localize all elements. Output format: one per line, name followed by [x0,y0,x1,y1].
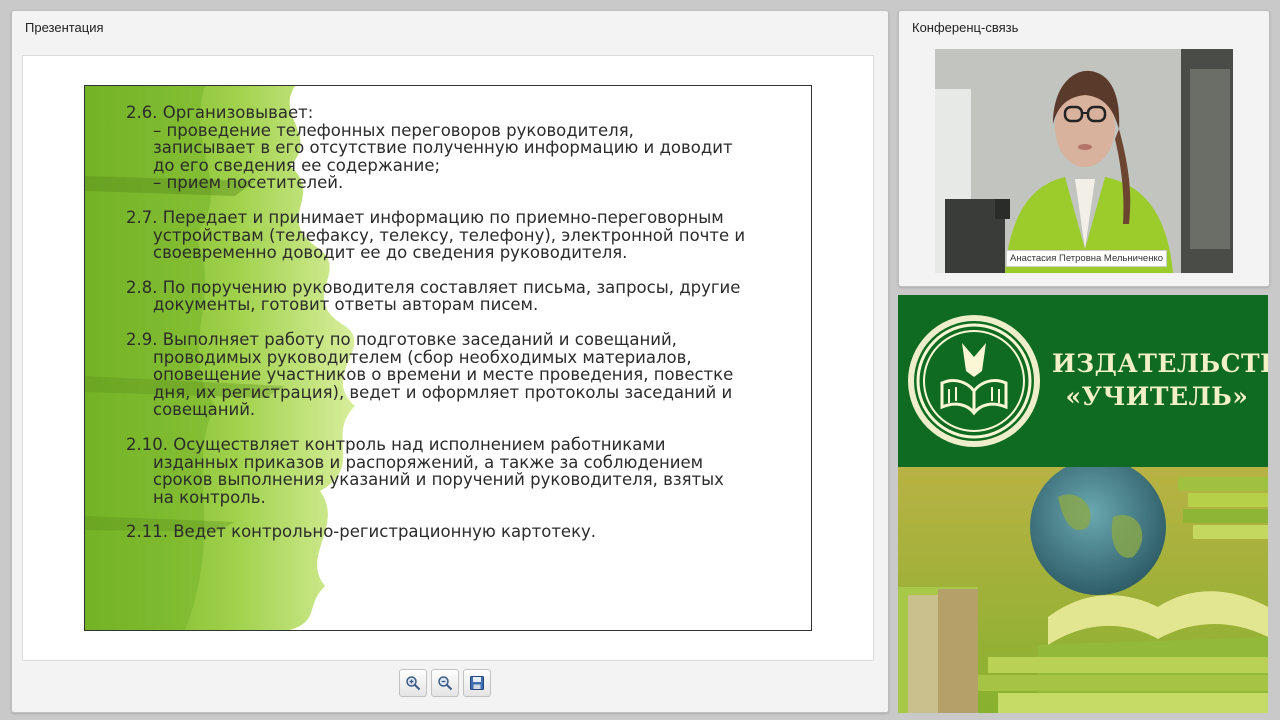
slide-item: 2.8. По поручению руководителя составляе… [126,279,766,314]
conference-panel: Конференц-связь Анастасия Петровна Мельн… [898,10,1270,287]
presentation-panel-title: Презентация [25,20,104,35]
slide-item-line: изданных приказов и распоряжений, а такж… [153,452,704,472]
presentation-toolbar [399,669,491,697]
publisher-name-line1: ИЗДАТЕЛЬСТВО [1052,349,1268,378]
books-globe-illustration [898,459,1268,713]
zoom-out-icon [438,676,453,691]
slide-item-line: совещаний. [153,400,256,420]
slide-text: 2.6. Организовывает: – проведение телефон… [126,104,766,558]
publisher-logo-icon [908,315,1040,447]
publisher-name-line2: «УЧИТЕЛЬ» [1065,382,1249,411]
slide-item-heading: 2.8. По поручению руководителя составляе… [126,277,741,297]
slide-item-line: устройствам (телефаксу, телексу, телефон… [153,225,746,245]
slide-item-heading: 2.10. Осуществляет контроль над исполнен… [126,434,666,454]
slide-item-heading: 2.9. Выполняет работу по подготовке засе… [126,329,677,349]
floppy-disk-icon [470,676,484,690]
participant-name-label: Анастасия Петровна Мельниченко [1006,250,1167,267]
zoom-out-button[interactable] [431,669,459,697]
presentation-panel: Презентация 2.6. Организовывает: – провед… [11,10,889,713]
slide-item: 2.10. Осуществляет контроль над исполнен… [126,436,766,506]
slide-item-line: на контроль. [153,487,266,507]
slide-item-heading: 2.6. Организовывает: [126,103,314,122]
slide-viewport[interactable]: 2.6. Организовывает: – проведение телефон… [22,55,874,661]
slide-item-line: документы, готовит ответы авторам писем. [153,295,539,315]
banner-logo-area: ИЗДАТЕЛЬСТВО «УЧИТЕЛЬ» [898,295,1268,467]
slide: 2.6. Организовывает: – проведение телефон… [84,85,812,631]
zoom-in-icon [406,676,421,691]
slide-item: 2.11. Ведет контрольно-регистрационную к… [126,523,766,541]
slide-item: 2.7. Передает и принимает информацию по … [126,209,766,262]
zoom-in-button[interactable] [399,669,427,697]
publisher-name: ИЗДАТЕЛЬСТВО «УЧИТЕЛЬ» [1052,347,1268,413]
slide-item: 2.9. Выполняет работу по подготовке засе… [126,331,766,419]
slide-item-line: сроков выполнения указаний и поручений р… [153,470,724,490]
slide-item-line: оповещение участников о времени и месте … [153,365,734,385]
publisher-banner: ИЗДАТЕЛЬСТВО «УЧИТЕЛЬ» [898,295,1268,713]
conference-panel-title: Конференц-связь [912,20,1019,35]
slide-item-line: – проведение телефонных переговоров руко… [153,120,634,140]
banner-books-globe-image [898,459,1268,713]
slide-item-line: до его сведения ее содержание; [153,155,441,175]
slide-item: 2.6. Организовывает: – проведение телефон… [126,104,766,192]
webcam-video[interactable]: Анастасия Петровна Мельниченко [935,49,1233,273]
slide-item-line: – прием посетителей. [153,173,344,193]
slide-item-line: дня, их регистрация), ведет и оформляет … [153,382,733,402]
save-button[interactable] [463,669,491,697]
slide-item-line: проводимых руководителем (сбор необходим… [153,347,692,367]
slide-item-heading: 2.7. Передает и принимает информацию по … [126,207,724,227]
slide-item-line: своевременно доводит ее до сведения руко… [153,243,628,263]
slide-item-heading: 2.11. Ведет контрольно-регистрационную к… [126,522,597,542]
slide-item-line: записывает в его отсутствие полученную и… [153,138,733,158]
speaker-video-frame [935,49,1233,273]
